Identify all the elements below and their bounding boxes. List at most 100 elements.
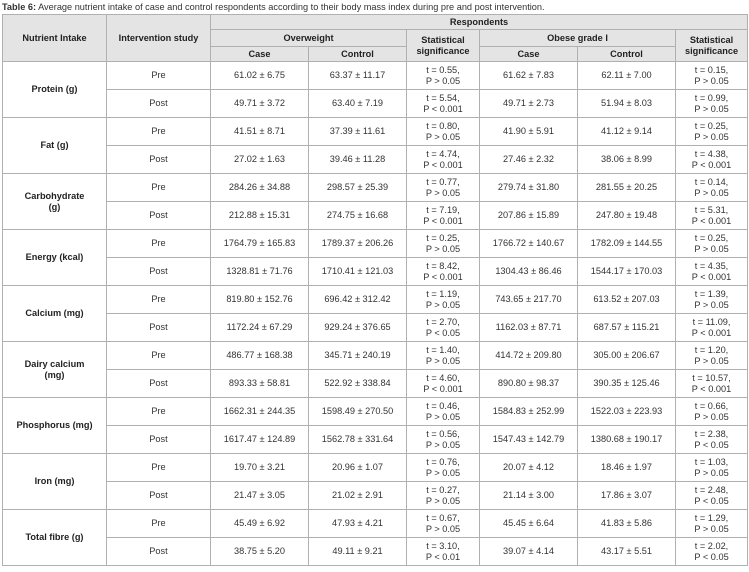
intervention-phase-cell: Post xyxy=(106,201,211,230)
overweight-stat-cell: t = 0.67, P > 0.05 xyxy=(406,509,480,538)
stat-line: t = 0.56, xyxy=(426,428,460,439)
obese-stat-cell: t = 1.20, P > 0.05 xyxy=(674,341,749,370)
stat-line: P > 0.05 xyxy=(694,75,729,86)
stat-line: P > 0.05 xyxy=(694,523,729,534)
header-overweight-statistical-significance: Statistical significance xyxy=(406,29,480,62)
obese-case-cell: 279.74 ± 31.80 xyxy=(479,173,578,202)
stat-line: t = 0.77, xyxy=(426,176,460,187)
header-intervention-study: Intervention study xyxy=(106,14,211,62)
obese-control-cell: 305.00 ± 206.67 xyxy=(577,341,676,370)
stat-line: P < 0.001 xyxy=(423,103,463,114)
stat-line: t = 7.19, xyxy=(426,204,460,215)
overweight-case-cell: 1172.24 ± 67.29 xyxy=(210,313,309,342)
nutrient-intake-table: Nutrient Intake Intervention study Respo… xyxy=(2,14,749,566)
stat-line: P > 0.05 xyxy=(425,75,461,86)
overweight-stat-cell: t = 0.25, P > 0.05 xyxy=(406,229,480,258)
table-row: Post 21.47 ± 3.05 21.02 ± 2.91 t = 0.27, P >… xyxy=(3,481,749,510)
overweight-control-cell: 49.11 ± 9.21 xyxy=(308,537,407,566)
nutrient-name: Dairy calcium xyxy=(24,358,85,369)
obese-case-cell: 890.80 ± 98.37 xyxy=(479,369,578,398)
obese-control-cell: 38.06 ± 8.99 xyxy=(577,145,676,174)
nutrient-name: Phosphorus (mg) xyxy=(16,420,93,430)
stat-line: P > 0.05 xyxy=(425,299,461,310)
caption-text: Average nutrient intake of case and cont… xyxy=(36,2,545,12)
stat-line: P < 0.001 xyxy=(691,159,732,170)
obese-case-cell: 27.46 ± 2.32 xyxy=(479,145,578,174)
intervention-phase-cell: Post xyxy=(106,145,211,174)
obese-control-cell: 51.94 ± 8.03 xyxy=(577,89,676,118)
stat-line: t = 0.46, xyxy=(426,400,460,411)
overweight-control-cell: 47.93 ± 4.21 xyxy=(308,509,407,538)
intervention-phase-cell: Pre xyxy=(106,61,211,90)
overweight-case-cell: 486.77 ± 168.38 xyxy=(210,341,309,370)
obese-case-cell: 1766.72 ± 140.67 xyxy=(479,229,578,258)
header-stat-line-2: significance xyxy=(684,45,739,56)
overweight-stat-cell: t = 1.19, P > 0.05 xyxy=(406,285,480,314)
table-row: Calcium (mg) Pre 819.80 ± 152.76 696.42 ± 3… xyxy=(2,285,749,342)
overweight-case-cell: 61.02 ± 6.75 xyxy=(210,61,309,90)
obese-case-cell: 743.65 ± 217.70 xyxy=(479,285,578,314)
overweight-control-cell: 522.92 ± 338.84 xyxy=(308,369,407,398)
obese-control-cell: 1782.09 ± 144.55 xyxy=(577,229,676,258)
stat-line: P < 0.05 xyxy=(694,495,729,506)
overweight-control-cell: 1562.78 ± 331.64 xyxy=(308,425,407,454)
table-row: Post 893.33 ± 58.81 522.92 ± 338.84 t = 4.6… xyxy=(3,369,749,398)
table-row: Iron (mg) Pre 19.70 ± 3.21 20.96 ± 1.07 t = … xyxy=(2,453,749,510)
intervention-phase-cell: Post xyxy=(106,537,211,566)
overweight-case-cell: 1764.79 ± 165.83 xyxy=(210,229,309,258)
header-obese-statistical-significance: Statistical significance xyxy=(674,29,749,62)
nutrient-name-cell: Protein (g) xyxy=(2,61,107,118)
obese-case-cell: 207.86 ± 15.89 xyxy=(479,201,578,230)
stat-line: t = 2.38, xyxy=(694,428,729,439)
nutrient-name: (g) xyxy=(48,201,61,212)
overweight-control-cell: 1789.37 ± 206.26 xyxy=(308,229,407,258)
overweight-stat-cell: t = 0.27, P > 0.05 xyxy=(406,481,480,510)
stat-line: t = 1.40, xyxy=(426,344,460,355)
intervention-phase-cell: Pre xyxy=(106,173,211,202)
obese-stat-cell: t = 2.38, P < 0.05 xyxy=(674,425,749,454)
stat-line: P > 0.05 xyxy=(425,467,461,478)
overweight-stat-cell: t = 1.40, P > 0.05 xyxy=(406,341,480,370)
obese-control-cell: 390.35 ± 125.46 xyxy=(577,369,676,398)
intervention-phase-cell: Post xyxy=(106,369,211,398)
nutrient-name: Carbohydrate xyxy=(24,190,85,201)
stat-line: P > 0.05 xyxy=(425,243,461,254)
obese-stat-cell: t = 0.66, P > 0.05 xyxy=(674,397,749,426)
header-stat-line-2: significance xyxy=(416,45,470,56)
stat-line: P > 0.05 xyxy=(694,187,729,198)
obese-stat-cell: t = 11.09, P < 0.001 xyxy=(674,313,749,342)
stat-line: t = 0.15, xyxy=(694,64,729,75)
nutrient-name-cell: Phosphorus (mg) xyxy=(2,397,107,454)
stat-line: P < 0.001 xyxy=(691,215,732,226)
nutrient-name-cell: Energy (kcal) xyxy=(2,229,107,286)
stat-line: P > 0.05 xyxy=(694,467,729,478)
overweight-case-cell: 1328.81 ± 71.76 xyxy=(210,257,309,286)
table-row: Energy (kcal) Pre 1764.79 ± 165.83 1789.37 … xyxy=(2,229,749,286)
stat-line: t = 4.60, xyxy=(426,372,460,383)
stat-line: t = 3.10, xyxy=(426,540,460,551)
stat-line: t = 0.80, xyxy=(426,120,460,131)
overweight-stat-cell: t = 4.60, P < 0.001 xyxy=(406,369,480,398)
obese-case-cell: 45.45 ± 6.64 xyxy=(479,509,578,538)
intervention-phase-cell: Pre xyxy=(106,285,211,314)
overweight-stat-cell: t = 0.46, P > 0.05 xyxy=(406,397,480,426)
obese-case-cell: 1162.03 ± 87.71 xyxy=(479,313,578,342)
header-stat-line-1: Statistical xyxy=(421,34,465,45)
intervention-phase-cell: Pre xyxy=(106,453,211,482)
stat-line: t = 0.76, xyxy=(426,456,460,467)
table-row: Post 27.02 ± 1.63 39.46 ± 11.28 t = 4.74, P … xyxy=(3,145,749,174)
stat-line: t = 0.25, xyxy=(694,120,729,131)
intervention-phase-cell: Pre xyxy=(106,341,211,370)
overweight-stat-cell: t = 7.19, P < 0.001 xyxy=(406,201,480,230)
overweight-case-cell: 38.75 ± 5.20 xyxy=(210,537,309,566)
stat-line: t = 0.25, xyxy=(426,232,460,243)
obese-case-cell: 61.62 ± 7.83 xyxy=(479,61,578,90)
obese-control-cell: 687.57 ± 115.21 xyxy=(577,313,676,342)
overweight-control-cell: 929.24 ± 376.65 xyxy=(308,313,407,342)
overweight-control-cell: 298.57 ± 25.39 xyxy=(308,173,407,202)
obese-case-cell: 414.72 ± 209.80 xyxy=(479,341,578,370)
table-row: Post 1328.81 ± 71.76 1710.41 ± 121.03 t = 8… xyxy=(3,257,749,286)
stat-line: P > 0.05 xyxy=(425,523,461,534)
stat-line: P < 0.05 xyxy=(694,439,729,450)
nutrient-name: (mg) xyxy=(44,369,65,380)
